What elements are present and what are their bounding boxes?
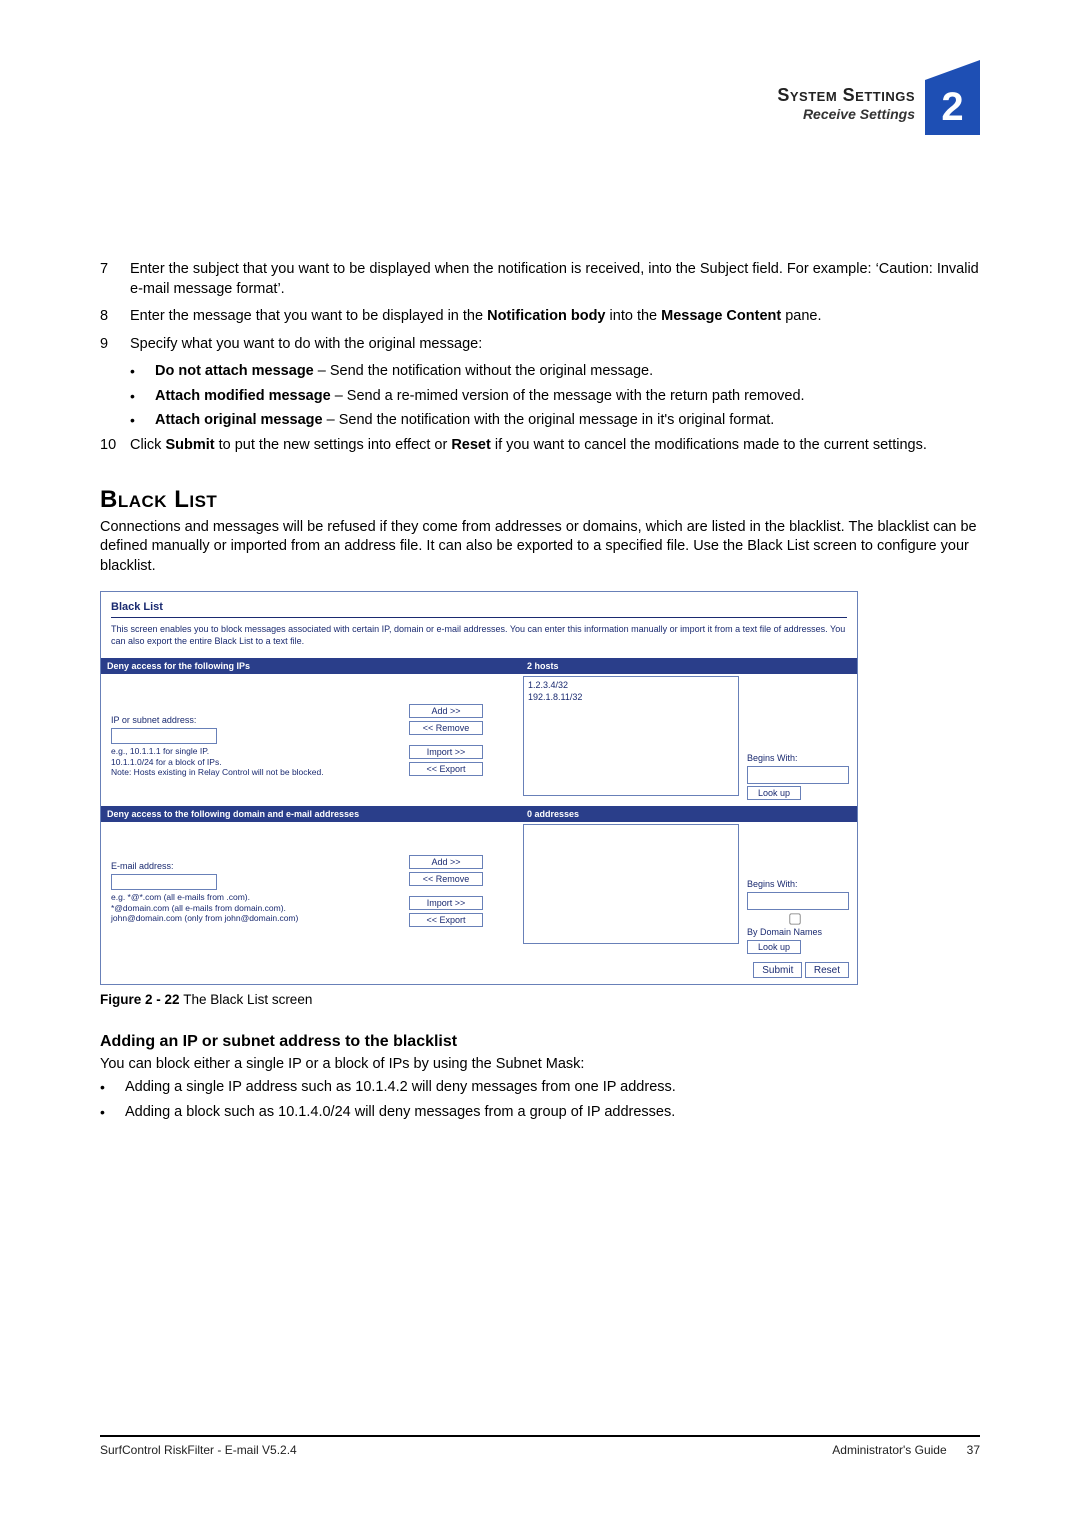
ip-label: IP or subnet address: (111, 714, 365, 726)
step-text: Click Submit to put the new settings int… (130, 436, 980, 456)
text-bold: Reset (451, 437, 491, 453)
list-item: Adding a single IP address such as 10.1.… (100, 1078, 980, 1099)
by-domain-checkbox[interactable] (757, 913, 834, 924)
step-number: 8 (100, 307, 130, 327)
list-item: Adding a block such as 10.1.4.0/24 will … (100, 1103, 980, 1124)
bullet-icon (130, 362, 155, 383)
chapter-title: System Settings (777, 85, 915, 106)
step-9-option-3: Attach original message – Send the notif… (130, 411, 980, 432)
fig-actions: Submit Reset (101, 960, 857, 984)
footer-product: SurfControl RiskFilter - E-mail V5.2.4 (100, 1443, 297, 1457)
step-9-option-1: Do not attach message – Send the notific… (130, 362, 980, 383)
bullet-icon (100, 1078, 125, 1099)
page-header: System Settings Receive Settings 2 (100, 80, 980, 170)
text: Click (130, 437, 165, 453)
list-text: Adding a block such as 10.1.4.0/24 will … (125, 1103, 675, 1124)
chapter-number-badge: 2 (925, 80, 980, 135)
bar-label: Deny access for the following IPs (101, 658, 521, 674)
subsection-paragraph: You can block either a single IP or a bl… (100, 1055, 980, 1075)
begins-with-input[interactable] (747, 766, 849, 784)
fig-domain-panel: E-mail address: e.g. *@*.com (all e-mail… (101, 822, 857, 960)
begins-with-label: Begins With: (747, 878, 849, 890)
caption-text: The Black List screen (183, 992, 312, 1007)
begins-with-label: Begins With: (747, 752, 849, 764)
fig-domain-bar: Deny access to the following domain and … (101, 806, 857, 822)
text: Enter the message that you want to be di… (130, 308, 487, 324)
text: to put the new settings into effect or (215, 437, 452, 453)
step-9-option-2: Attach modified message – Send a re-mime… (130, 387, 980, 408)
bar-count: 2 hosts (521, 658, 857, 674)
text: – Send the notification with the origina… (323, 412, 775, 428)
bullet-icon (100, 1103, 125, 1124)
ip-input[interactable] (111, 728, 217, 744)
text: – Send a re-mimed version of the message… (331, 388, 805, 404)
lookup-button[interactable]: Look up (747, 940, 801, 954)
add-button[interactable]: Add >> (409, 855, 483, 869)
text-bold: Do not attach message (155, 363, 314, 379)
lookup-button[interactable]: Look up (747, 786, 801, 800)
text-bold: Message Content (661, 308, 781, 324)
text-bold: Attach original message (155, 412, 323, 428)
import-button[interactable]: Import >> (409, 745, 483, 759)
text: into the (606, 308, 662, 324)
bullet-icon (130, 387, 155, 408)
email-label: E-mail address: (111, 860, 365, 872)
fig-ip-bar: Deny access for the following IPs 2 host… (101, 658, 857, 674)
text: if you want to cancel the modifications … (491, 437, 927, 453)
figure-blacklist-screen: Black List This screen enables you to bl… (100, 591, 858, 986)
step-number: 9 (100, 335, 130, 355)
email-listbox[interactable] (523, 824, 739, 944)
list-text: Adding a single IP address such as 10.1.… (125, 1078, 676, 1099)
step-text: Enter the message that you want to be di… (130, 307, 980, 327)
text: – Send the notification without the orig… (314, 363, 653, 379)
ip-note: e.g., 10.1.1.1 for single IP. 10.1.1.0/2… (111, 746, 365, 778)
caption-bold: Figure 2 - 22 (100, 992, 183, 1007)
bar-count: 0 addresses (521, 806, 857, 822)
section-heading-black-list: Black List (100, 484, 980, 516)
step-text: Enter the subject that you want to be di… (130, 260, 980, 299)
add-button[interactable]: Add >> (409, 704, 483, 718)
begins-with-input[interactable] (747, 892, 849, 910)
section-title: Receive Settings (777, 106, 915, 122)
step-number: 7 (100, 260, 130, 299)
export-button[interactable]: << Export (409, 913, 483, 927)
figure-caption: Figure 2 - 22 The Black List screen (100, 991, 980, 1009)
divider (111, 617, 847, 618)
footer-doc-title: Administrator's Guide (832, 1443, 946, 1457)
email-input[interactable] (111, 874, 217, 890)
fig-title: Black List (111, 600, 847, 615)
step-8: 8 Enter the message that you want to be … (100, 307, 980, 327)
submit-button[interactable]: Submit (753, 962, 802, 978)
export-button[interactable]: << Export (409, 762, 483, 776)
email-note: e.g. *@*.com (all e-mails from .com). *@… (111, 892, 365, 924)
text-bold: Notification body (487, 308, 605, 324)
fig-ip-panel: IP or subnet address: e.g., 10.1.1.1 for… (101, 674, 857, 806)
fig-description: This screen enables you to block message… (111, 624, 847, 647)
page-body: 7 Enter the subject that you want to be … (100, 260, 980, 1124)
bullet-icon (130, 411, 155, 432)
section-paragraph: Connections and messages will be refused… (100, 518, 980, 577)
reset-button[interactable]: Reset (805, 962, 849, 978)
text-bold: Submit (165, 437, 214, 453)
bar-label: Deny access to the following domain and … (101, 806, 521, 822)
step-10: 10 Click Submit to put the new settings … (100, 436, 980, 456)
step-text: Specify what you want to do with the ori… (130, 335, 980, 355)
ip-listbox[interactable]: 1.2.3.4/32 192.1.8.11/32 (523, 676, 739, 796)
step-number: 10 (100, 436, 130, 456)
step-7: 7 Enter the subject that you want to be … (100, 260, 980, 299)
step-9: 9 Specify what you want to do with the o… (100, 335, 980, 355)
page-footer: SurfControl RiskFilter - E-mail V5.2.4 A… (100, 1435, 980, 1457)
remove-button[interactable]: << Remove (409, 721, 483, 735)
remove-button[interactable]: << Remove (409, 872, 483, 886)
by-domain-label: By Domain Names (747, 927, 822, 937)
text-bold: Attach modified message (155, 388, 331, 404)
import-button[interactable]: Import >> (409, 896, 483, 910)
footer-page-number: 37 (967, 1443, 980, 1457)
text: pane. (781, 308, 821, 324)
subsection-heading-adding-ip: Adding an IP or subnet address to the bl… (100, 1031, 980, 1053)
